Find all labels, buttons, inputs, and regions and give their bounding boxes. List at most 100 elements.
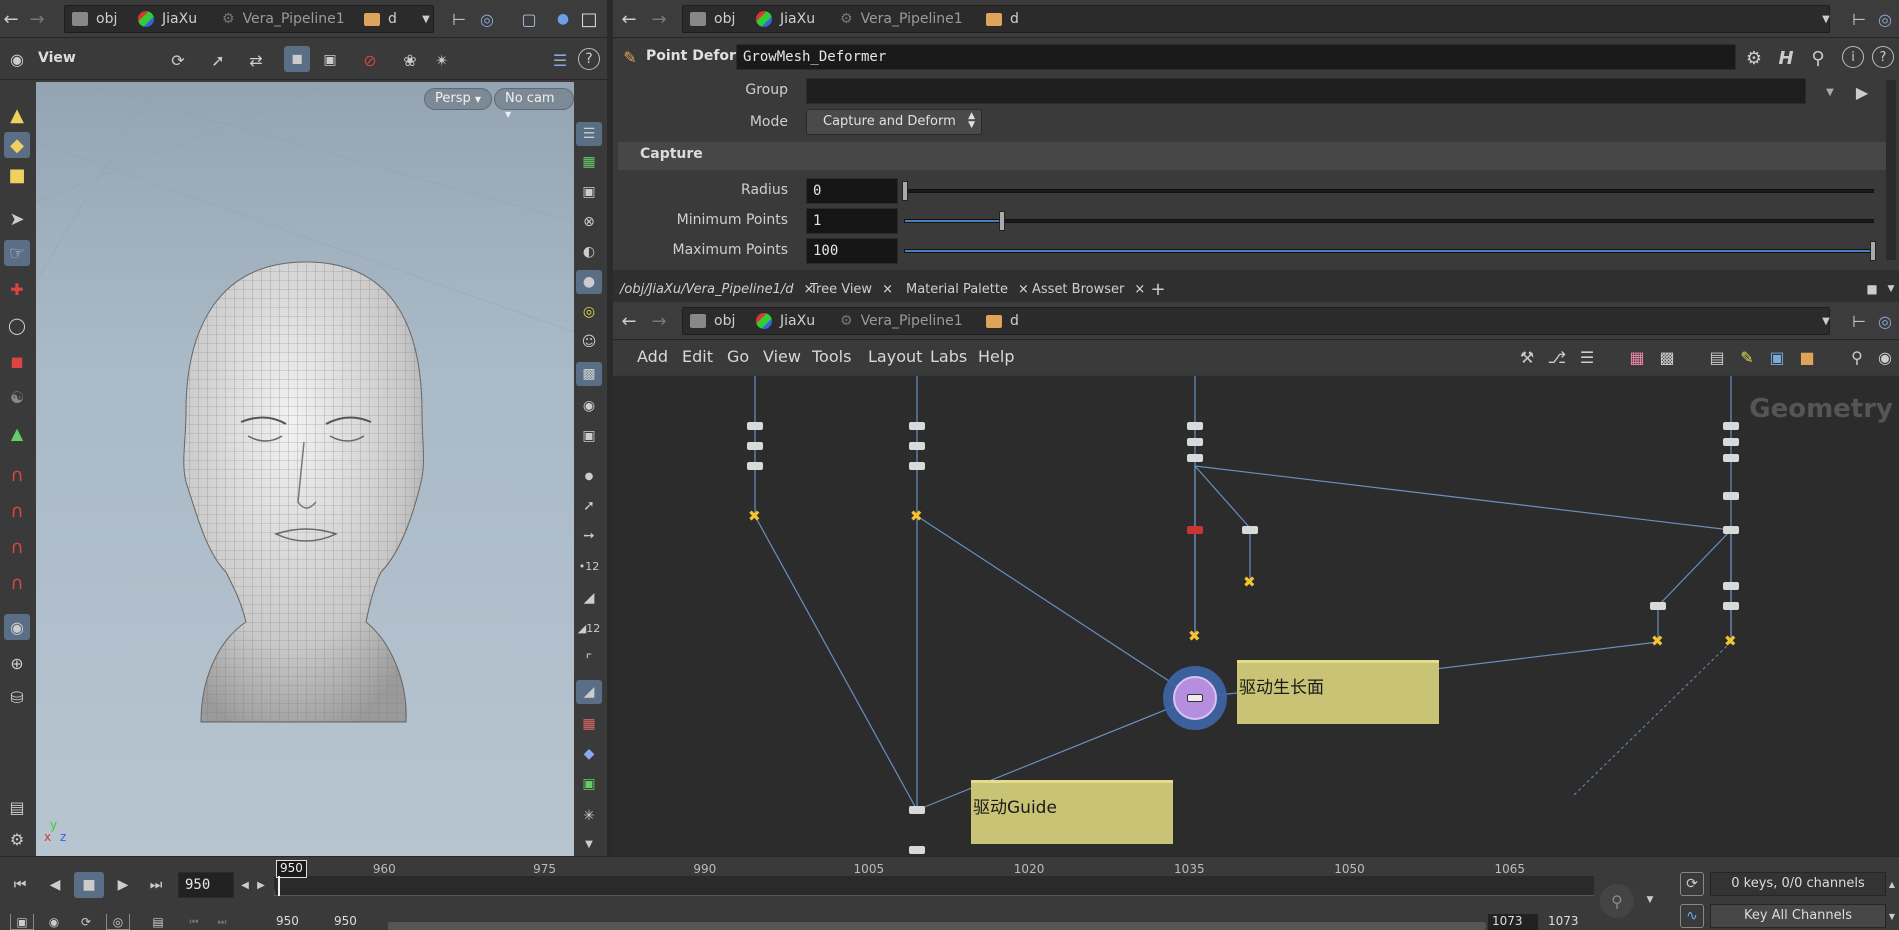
back-arrow-icon[interactable]: ← (0, 6, 22, 32)
snap-magnet-icon[interactable]: ∩ (4, 498, 30, 524)
close-icon[interactable]: × (882, 282, 893, 297)
menu-item[interactable]: Edit (682, 347, 713, 366)
network-node[interactable] (1723, 422, 1739, 430)
pin-icon[interactable]: ⊢ (1848, 310, 1870, 332)
breadcrumb-pipeline[interactable]: ⚙ Vera_Pipeline1 (840, 307, 963, 335)
select-arrow-icon[interactable]: ➚ (206, 48, 230, 72)
network-node[interactable] (1242, 526, 1258, 534)
transform-icon[interactable]: ⇄ (244, 48, 268, 72)
grid-icon[interactable]: ▦ (576, 150, 602, 174)
play-icon[interactable]: ▶ (108, 872, 138, 898)
record-icon[interactable]: ⊘ (358, 48, 382, 72)
param-scrollbar[interactable] (1886, 80, 1896, 260)
current-frame-field[interactable]: 950 (178, 872, 234, 898)
move-tool-icon[interactable]: ✚ (4, 276, 30, 302)
camera-button[interactable]: No cam ▼ (494, 88, 574, 119)
link-icon[interactable]: ◎ (1874, 310, 1896, 332)
texture-icon[interactable]: ▩ (576, 362, 602, 386)
null-node-icon[interactable]: ✖ (1651, 634, 1664, 649)
sticky-note-icon[interactable]: ✎ (1736, 346, 1758, 368)
chevron-down-icon[interactable]: ▼ (1884, 280, 1898, 298)
mode-dropdown[interactable]: Capture and Deform ▲ ▼ (806, 109, 982, 135)
chevron-down-icon[interactable]: ▼ (1818, 8, 1834, 30)
menu-item[interactable]: Help (978, 347, 1014, 366)
sphere-icon[interactable]: ● (552, 8, 574, 30)
network-node[interactable] (1723, 492, 1739, 500)
param-slider-track[interactable] (902, 181, 1874, 201)
menu-item[interactable]: Go (727, 347, 749, 366)
bulb-icon[interactable]: ◎ (576, 300, 602, 324)
network-node[interactable] (1187, 438, 1203, 446)
curve-icon[interactable]: ∿ (1680, 904, 1704, 928)
network-node[interactable] (1187, 422, 1203, 430)
back-arrow-icon[interactable]: ← (618, 6, 640, 32)
range-slider[interactable] (388, 922, 1486, 930)
range-start2-field[interactable]: 950 (334, 914, 378, 930)
breadcrumb-jiaxu[interactable]: JiaXu (138, 5, 197, 33)
prim-icon[interactable]: ◢ (576, 586, 602, 610)
forward-arrow-icon[interactable]: → (648, 6, 670, 32)
eye-icon[interactable]: ◉ (1874, 346, 1896, 368)
close-icon[interactable]: × (1134, 282, 1145, 297)
tree-icon[interactable]: ⎇ (1546, 346, 1568, 368)
null-node-icon[interactable]: ✖ (1724, 634, 1737, 649)
handle-tool-icon[interactable]: ▲ (4, 420, 30, 446)
param-slider-handle[interactable] (998, 211, 1005, 231)
null-node-icon[interactable]: ✖ (1188, 629, 1201, 644)
primitive-select-icon[interactable]: ■ (4, 162, 30, 188)
point-deform-node[interactable] (1187, 694, 1203, 702)
network-canvas[interactable]: Geometry ✖ ✖ ✖ ✖ ✖ ✖ 驱动生长面 驱动Guide (613, 376, 1899, 860)
normal-icon[interactable]: ➚ (576, 494, 602, 518)
range-start-field[interactable]: 950 (276, 914, 320, 930)
stack-icon[interactable]: ⛁ (4, 684, 30, 710)
grid-view-icon[interactable]: ▩ (1656, 346, 1678, 368)
network-node[interactable] (909, 422, 925, 430)
person-icon[interactable]: ☺ (576, 330, 602, 354)
cube-outline-icon[interactable]: ◆ (576, 742, 602, 766)
close-icon[interactable]: × (1018, 282, 1029, 297)
breadcrumb-d[interactable]: d (986, 5, 1019, 33)
square-icon[interactable]: □ (578, 8, 600, 30)
flipbook-icon[interactable]: ❀ (398, 48, 422, 72)
breadcrumb-jiaxu[interactable]: JiaXu (756, 5, 815, 33)
sticky-note[interactable]: 驱动Guide (971, 780, 1173, 844)
link-icon[interactable]: ◎ (476, 8, 498, 30)
network-tab[interactable]: Material Palette × (906, 279, 1029, 299)
menu-item[interactable]: Layout (868, 347, 922, 366)
box-icon[interactable]: ■ (1796, 346, 1818, 368)
network-node[interactable] (1723, 454, 1739, 462)
sync-icon[interactable]: ⟳ (1680, 872, 1704, 896)
timeline-track[interactable] (274, 876, 1594, 896)
hub-icon[interactable]: ✳ (576, 804, 602, 828)
prev-frame-icon[interactable]: ◀ (40, 872, 70, 898)
snap-multi-icon[interactable]: ∩ (4, 570, 30, 596)
breadcrumb-d[interactable]: d (364, 5, 397, 33)
menu-item[interactable]: Tools (812, 347, 851, 366)
key-all-channels-button[interactable]: Key All Channels (1710, 904, 1886, 928)
cube-icon[interactable]: ▢ (518, 8, 540, 30)
menu-item[interactable]: Labs (930, 347, 967, 366)
pin-icon[interactable]: ⊢ (448, 8, 470, 30)
pose-tool-icon[interactable]: ☯ (4, 384, 30, 410)
network-node[interactable] (909, 462, 925, 470)
range-end2-field[interactable]: 1073 (1544, 914, 1594, 930)
chevron-down-icon[interactable]: ▼ (1818, 310, 1834, 332)
null-node-icon[interactable]: ✖ (910, 509, 923, 524)
breadcrumb-pipeline[interactable]: ⚙ Vera_Pipeline1 (840, 5, 963, 33)
add-tab-icon[interactable]: + (1148, 279, 1168, 300)
shading-icon[interactable]: ◐ (576, 240, 602, 264)
network-node[interactable] (1723, 582, 1739, 590)
network-node[interactable] (909, 442, 925, 450)
persp-button[interactable]: Persp ▼ (424, 88, 493, 110)
network-node[interactable] (1650, 602, 1666, 610)
chevron-down-icon[interactable]: ▼ (418, 8, 434, 30)
group-icon[interactable]: ◉ (4, 614, 30, 640)
network-node-error[interactable] (1187, 526, 1203, 534)
viewport[interactable]: Persp ▼ No cam ▼ y x z (36, 82, 574, 856)
network-node[interactable] (747, 442, 763, 450)
realtime-icon[interactable]: ▣ (10, 914, 34, 930)
maximize-icon[interactable]: ■ (1862, 280, 1882, 298)
network-tab[interactable]: /obj/JiaXu/Vera_Pipeline1/d × (620, 279, 814, 299)
sticky-note[interactable]: 驱动生长面 (1237, 660, 1439, 724)
breadcrumb-jiaxu[interactable]: JiaXu (756, 307, 815, 335)
